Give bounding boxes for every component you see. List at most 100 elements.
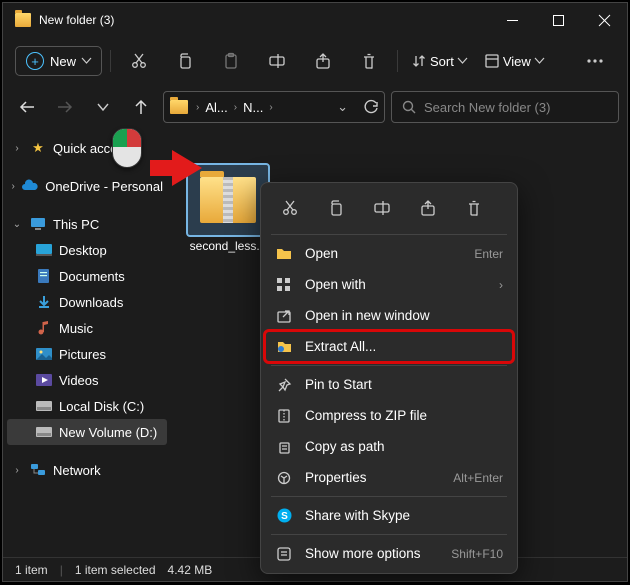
ctx-item-open[interactable]: Open Enter [265,238,513,269]
new-button[interactable]: + New [15,46,102,76]
sidebar-item-desktop[interactable]: Desktop [7,237,167,263]
more-button[interactable] [575,42,615,80]
sidebar-item-music[interactable]: Music [7,315,167,341]
sidebar-item-onedrive[interactable]: › OneDrive - Personal [7,173,167,199]
chevron-right-icon: › [11,143,23,154]
search-box[interactable]: Search New folder (3) [391,91,619,123]
ctx-item-copy-path[interactable]: Copy as path [265,431,513,462]
search-placeholder: Search New folder (3) [424,100,550,115]
sidebar-item-downloads[interactable]: Downloads [7,289,167,315]
breadcrumb-segment[interactable]: N... [243,100,263,115]
title-bar: New folder (3) [3,3,627,37]
command-bar: + New Sort View [3,37,627,85]
recent-locations-button[interactable] [87,91,119,123]
sidebar-item-new-volume[interactable]: New Volume (D:) [7,419,167,445]
copy-button[interactable] [165,42,205,80]
drive-icon [35,424,53,440]
chevron-right-icon: › [499,278,503,292]
status-item-count: 1 item [15,563,48,577]
view-button[interactable]: View [479,54,550,69]
sidebar-item-pictures[interactable]: Pictures [7,341,167,367]
close-button[interactable] [581,3,627,37]
refresh-button[interactable] [364,100,378,114]
chevron-down-icon [82,58,91,64]
chevron-right-icon: › [267,102,274,113]
svg-text:S: S [281,511,288,522]
downloads-icon [35,294,53,310]
chevron-down-icon: ⌄ [11,219,23,230]
pin-icon [275,378,293,392]
share-button[interactable] [303,42,343,80]
drive-icon [35,398,53,414]
network-icon [29,462,47,478]
ctx-item-open-with[interactable]: Open with › [265,269,513,300]
chevron-right-icon: › [11,465,23,476]
desktop-icon [35,242,53,258]
copy-path-icon [275,440,293,454]
paste-button[interactable] [211,42,251,80]
chevron-down-icon[interactable]: ⌄ [337,99,348,115]
sidebar-item-documents[interactable]: Documents [7,263,167,289]
ctx-item-more-options[interactable]: Show more options Shift+F10 [265,538,513,569]
view-label: View [503,54,531,69]
new-button-label: New [50,54,76,69]
ctx-item-share-skype[interactable]: S Share with Skype [265,500,513,531]
maximize-button[interactable] [535,3,581,37]
address-bar-row: › Al... › N... › ⌄ Search New folder (3) [3,85,627,129]
sidebar-item-videos[interactable]: Videos [7,367,167,393]
pictures-icon [35,346,53,362]
ctx-item-extract-all[interactable]: Extract All... [265,331,513,362]
documents-icon [35,268,53,284]
ctx-rename-button[interactable] [361,191,403,225]
status-size: 4.42 MB [168,563,213,577]
context-menu: Open Enter Open with › Open in new windo… [260,182,518,574]
sidebar-item-this-pc[interactable]: ⌄ This PC [7,211,167,237]
sort-label: Sort [430,54,454,69]
back-button[interactable] [11,91,43,123]
status-selection: 1 item selected [75,563,156,577]
grid-icon [275,278,293,292]
minimize-button[interactable] [489,3,535,37]
cloud-icon [21,178,39,194]
ctx-item-pin-to-start[interactable]: Pin to Start [265,369,513,400]
zip-icon [275,409,293,423]
plus-icon: + [26,52,44,70]
videos-icon [35,372,53,388]
breadcrumb-segment[interactable]: Al... [205,100,227,115]
ctx-item-compress[interactable]: Compress to ZIP file [265,400,513,431]
ctx-item-properties[interactable]: Properties Alt+Enter [265,462,513,493]
sidebar-item-local-disk[interactable]: Local Disk (C:) [7,393,167,419]
chevron-right-icon: › [232,102,239,113]
address-bar[interactable]: › Al... › N... › ⌄ [163,91,385,123]
search-icon [402,100,416,114]
ctx-delete-button[interactable] [453,191,495,225]
ctx-cut-button[interactable] [269,191,311,225]
ctx-copy-button[interactable] [315,191,357,225]
more-options-icon [275,547,293,561]
divider [397,50,398,72]
music-icon [35,320,53,336]
sidebar-item-network[interactable]: › Network [7,457,167,483]
context-menu-toolbar [265,187,513,231]
rename-button[interactable] [257,42,297,80]
delete-button[interactable] [349,42,389,80]
forward-button[interactable] [49,91,81,123]
mouse-cursor-annotation [112,128,146,172]
chevron-down-icon [535,58,544,64]
properties-icon [275,471,293,485]
folder-icon [275,247,293,260]
monitor-icon [29,216,47,232]
divider [110,50,111,72]
ctx-share-button[interactable] [407,191,449,225]
ctx-item-open-new-window[interactable]: Open in new window [265,300,513,331]
navigation-pane: › ★ Quick access › OneDrive - Personal ⌄… [3,129,171,557]
folder-icon [15,13,31,27]
chevron-down-icon [458,58,467,64]
chevron-right-icon: › [11,181,15,192]
new-window-icon [275,309,293,323]
sort-button[interactable]: Sort [406,54,473,69]
extract-icon [275,340,293,353]
cut-button[interactable] [119,42,159,80]
skype-icon: S [275,508,293,523]
up-button[interactable] [125,91,157,123]
